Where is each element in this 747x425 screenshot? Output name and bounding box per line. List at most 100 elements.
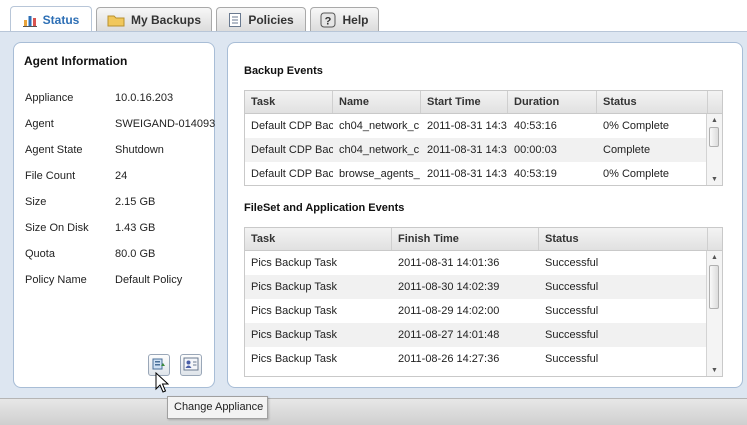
cell: 00:00:03 — [514, 144, 557, 156]
tab-status[interactable]: Status — [10, 6, 92, 32]
scroll-down-icon[interactable]: ▼ — [707, 364, 722, 376]
tab-bar: Status My Backups Policies ? Help — [0, 0, 747, 32]
vertical-scrollbar[interactable]: ▲ ▼ — [706, 114, 722, 185]
info-value: Shutdown — [115, 144, 164, 156]
info-value: SWEIGAND-014093 — [115, 118, 216, 130]
cell: Successful — [545, 329, 599, 341]
table-header: Task Finish Time Status — [245, 228, 722, 251]
vertical-scrollbar[interactable]: ▲ ▼ — [706, 251, 722, 376]
column-header-start-time[interactable]: Start Time — [421, 91, 508, 113]
info-label: Size On Disk — [25, 222, 89, 234]
cell: Successful — [545, 305, 599, 317]
cell: 0% Complete — [603, 168, 670, 180]
table-row[interactable]: Pics Backup Task 2011-08-26 14:27:36 Suc… — [245, 347, 708, 371]
column-header-duration[interactable]: Duration — [508, 91, 597, 113]
info-row-quota: Quota 80.0 GB — [25, 244, 215, 264]
column-header-name[interactable]: Name — [333, 91, 421, 113]
info-value: 24 — [115, 170, 128, 182]
fileset-events-title: FileSet and Application Events — [244, 202, 405, 214]
scroll-up-icon[interactable]: ▲ — [707, 251, 722, 264]
table-row[interactable]: Pics Backup Task 2011-08-29 14:02:00 Suc… — [245, 299, 708, 323]
cell: 2011-08-31 14:01:36 — [398, 257, 500, 269]
info-row-agent-state: Agent State Shutdown — [25, 140, 215, 160]
cell: Pics Backup Task — [251, 281, 338, 293]
info-value: 2.15 GB — [115, 196, 156, 208]
info-row-policy-name: Policy Name Default Policy — [25, 270, 215, 290]
cell: 2011-08-31 14:3 — [427, 120, 507, 132]
cell: Successful — [545, 281, 599, 293]
agent-details-button[interactable] — [180, 354, 202, 376]
events-panel: Backup Events Task Name Start Time Durat… — [227, 42, 743, 388]
info-label: Quota — [25, 248, 55, 260]
status-bar — [0, 398, 747, 425]
scroll-thumb[interactable] — [709, 127, 719, 147]
info-label: File Count — [25, 170, 76, 182]
cell: ch04_network_c — [339, 144, 420, 156]
info-label: Size — [25, 196, 47, 208]
agent-information-title: Agent Information — [24, 54, 128, 68]
scroll-up-icon[interactable]: ▲ — [707, 114, 722, 127]
table-row[interactable]: Default CDP Bac ch04_network_c 2011-08-3… — [245, 138, 708, 162]
backup-events-table: Task Name Start Time Duration Status Def… — [244, 90, 723, 186]
cell: 2011-08-29 14:02:00 — [398, 305, 500, 317]
cell: Default CDP Bac — [251, 168, 333, 180]
change-appliance-tooltip: Change Appliance — [167, 396, 268, 419]
backup-events-title: Backup Events — [244, 65, 323, 77]
bar-chart-icon — [22, 13, 37, 27]
cell: 40:53:16 — [514, 120, 557, 132]
table-row[interactable]: Pics Backup Task 2011-08-27 14:01:48 Suc… — [245, 323, 708, 347]
cell: Pics Backup Task — [251, 305, 338, 317]
cell: Pics Backup Task — [251, 353, 338, 365]
column-header-task[interactable]: Task — [245, 228, 392, 250]
info-label: Agent State — [25, 144, 83, 156]
info-value: Default Policy — [115, 274, 183, 286]
cell: Default CDP Bac — [251, 120, 333, 132]
info-row-appliance: Appliance 10.0.16.203 — [25, 88, 215, 108]
tab-help-label: Help — [342, 12, 369, 27]
tab-status-label: Status — [42, 12, 80, 27]
mouse-cursor-icon — [155, 371, 170, 397]
cell: Successful — [545, 353, 599, 365]
info-value: 10.0.16.203 — [115, 92, 174, 104]
fileset-events-table: Task Finish Time Status Pics Backup Task… — [244, 227, 723, 377]
cell: 40:53:19 — [514, 168, 557, 180]
info-row-size: Size 2.15 GB — [25, 192, 215, 212]
info-row-file-count: File Count 24 — [25, 166, 215, 186]
column-header-status[interactable]: Status — [539, 228, 708, 250]
table-row[interactable]: Default CDP Bac browse_agents_ 2011-08-3… — [245, 162, 708, 185]
tab-help[interactable]: ? Help — [310, 7, 379, 31]
info-value: 1.43 GB — [115, 222, 156, 234]
column-header-status[interactable]: Status — [597, 91, 708, 113]
tab-my-backups[interactable]: My Backups — [96, 7, 212, 31]
scroll-down-icon[interactable]: ▼ — [707, 173, 722, 185]
info-label: Policy Name — [25, 274, 87, 286]
cell: 2011-08-31 14:3 — [427, 168, 507, 180]
agent-information-panel: Agent Information Appliance 10.0.16.203 … — [13, 42, 215, 388]
cell: 2011-08-27 14:01:48 — [398, 329, 500, 341]
cell: 2011-08-26 14:27:36 — [398, 353, 500, 365]
column-header-finish-time[interactable]: Finish Time — [392, 228, 539, 250]
cell: Pics Backup Task — [251, 257, 338, 269]
cell: 0% Complete — [603, 120, 670, 132]
table-row[interactable]: Pics Backup Task 2011-08-30 14:02:39 Suc… — [245, 275, 708, 299]
info-label: Appliance — [25, 92, 74, 104]
info-label: Agent — [25, 118, 54, 130]
scroll-thumb[interactable] — [709, 265, 719, 309]
column-header-task[interactable]: Task — [245, 91, 333, 113]
document-icon — [228, 12, 242, 28]
tab-policies-label: Policies — [248, 12, 294, 27]
cell: Successful — [545, 257, 599, 269]
cell: ch04_network_c — [339, 120, 420, 132]
tab-my-backups-label: My Backups — [130, 12, 202, 27]
folder-icon — [107, 13, 125, 27]
cell: Pics Backup Task — [251, 329, 338, 341]
user-card-icon — [183, 356, 199, 375]
cell: browse_agents_ — [339, 168, 420, 180]
info-row-agent: Agent SWEIGAND-014093 — [25, 114, 215, 134]
cell: Default CDP Bac — [251, 144, 333, 156]
svg-text:?: ? — [325, 15, 332, 27]
table-header: Task Name Start Time Duration Status — [245, 91, 722, 114]
table-row[interactable]: Default CDP Bac ch04_network_c 2011-08-3… — [245, 114, 708, 138]
table-row[interactable]: Pics Backup Task 2011-08-31 14:01:36 Suc… — [245, 251, 708, 275]
tab-policies[interactable]: Policies — [216, 7, 306, 31]
